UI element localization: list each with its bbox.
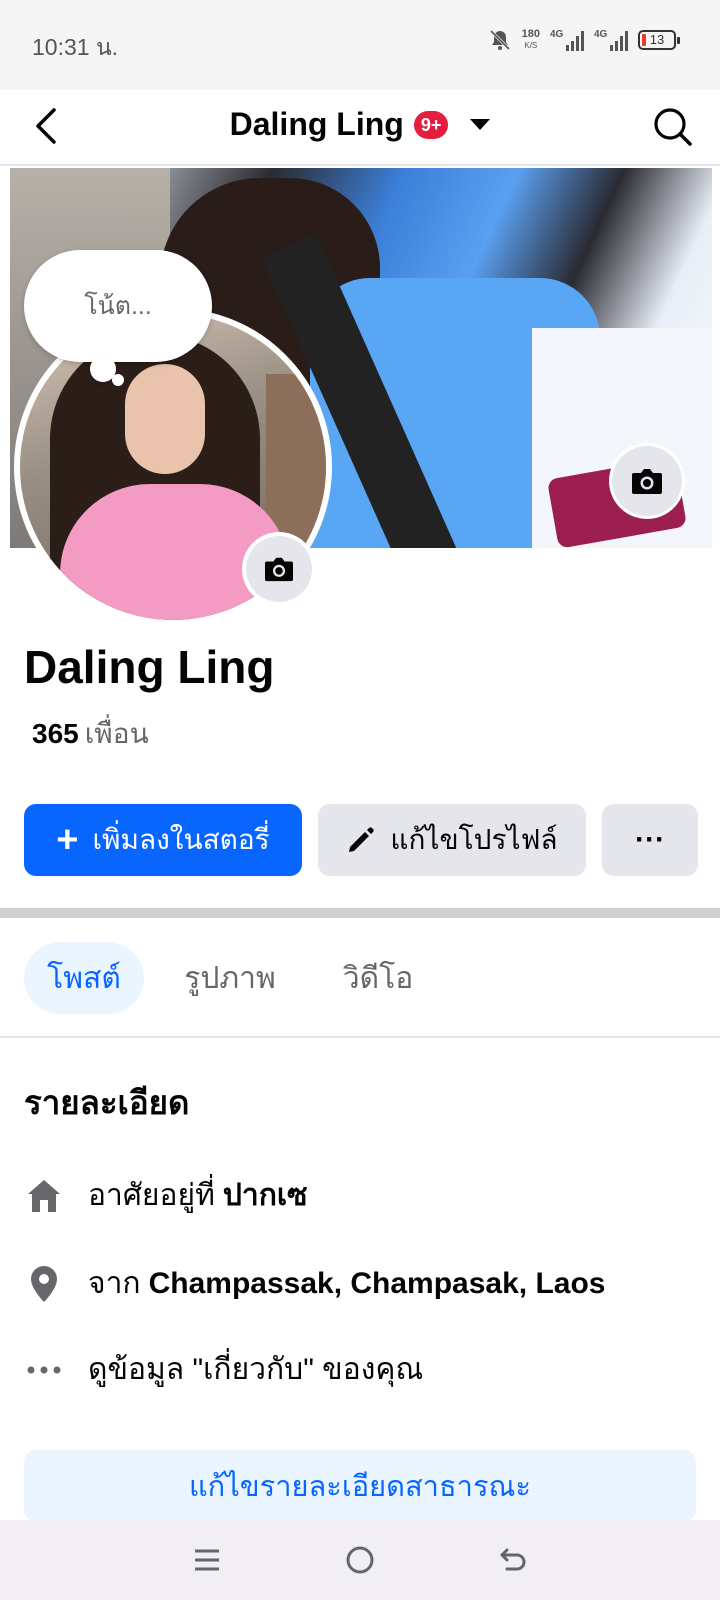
system-navigation-bar [0,1520,720,1600]
more-icon: ··· [635,823,665,856]
camera-icon [632,469,662,494]
profile-tabs: โพสต์ รูปภาพ วิดีโอ [0,918,720,1038]
circle-home-icon [346,1546,374,1574]
profile-switcher[interactable]: Daling Ling 9+ [0,106,720,143]
nav-title: Daling Ling [229,106,404,142]
note-bubble-tail [112,374,124,386]
friends-count: 365 [32,718,79,749]
tab-photos[interactable]: รูปภาพ [170,942,290,1014]
add-to-story-button[interactable]: + เพิ่มลงในสตอรี่ [24,804,302,876]
pencil-icon [349,827,375,852]
menu-icon [194,1549,219,1571]
section-divider [0,908,720,918]
note-placeholder: โน้ต... [84,292,152,320]
search-button[interactable] [650,104,694,148]
status-icons: 180 K/S 4G 4G 13 [488,28,680,52]
edit-public-details-label: แก้ไขรายละเอียดสาธารณะ [188,1471,532,1503]
from-value[interactable]: Champassak, Champasak, Laos [149,1267,606,1301]
signal-strength-icon: 4G [594,29,628,51]
tab-videos[interactable]: วิดีโอ [318,942,438,1014]
back-nav-button[interactable] [491,1538,535,1582]
detail-lives-in: อาศัยอยู่ที่ ปากเซ [24,1172,308,1219]
bell-muted-icon [489,29,510,51]
camera-icon [265,557,293,582]
top-navigation-bar: Daling Ling 9+ [0,90,720,166]
add-to-story-label: เพิ่มลงในสตอรี่ [92,824,270,855]
detail-from: จาก Champassak, Champasak, Laos [24,1260,605,1307]
plus-icon: + [56,819,79,861]
see-about-info-link[interactable]: ดูข้อมูล "เกี่ยวกับ" ของคุณ [24,1346,423,1393]
friends-count-link[interactable]: 365 เพื่อน [32,712,149,756]
home-icon [24,1176,64,1216]
edit-profile-picture-button[interactable] [246,536,312,602]
signal-strength-icon: 4G [550,29,584,51]
from-prefix: จาก [88,1267,141,1300]
profile-name: Daling Ling [24,641,275,693]
home-button[interactable] [338,1538,382,1582]
tab-posts[interactable]: โพสต์ [24,942,144,1014]
search-icon [654,108,692,146]
chevron-down-icon [470,119,491,130]
back-return-icon [500,1548,526,1571]
network-speed: 180 K/S [521,28,540,51]
battery-icon: 13 [638,30,680,50]
edit-profile-label: แก้ไขโปรไฟล์ [390,824,558,855]
edit-profile-button[interactable]: แก้ไขโปรไฟล์ [318,804,586,876]
more-horizontal-icon [24,1350,64,1390]
edit-cover-photo-button[interactable] [612,446,682,516]
note-bubble[interactable]: โน้ต... [24,250,212,362]
more-options-button[interactable]: ··· [602,804,698,876]
location-pin-icon [24,1264,64,1304]
recent-apps-button[interactable] [185,1538,229,1582]
lives-in-value[interactable]: ปากเซ [223,1172,308,1219]
status-time: 10:31 น. [32,34,119,60]
edit-public-details-button[interactable]: แก้ไขรายละเอียดสาธารณะ [24,1450,696,1522]
status-bar: 10:31 น. 180 K/S 4G 4G 13 [0,0,720,90]
friends-label: เพื่อน [84,718,149,749]
notification-badge: 9+ [413,110,449,139]
lives-in-prefix: อาศัยอยู่ที่ [88,1179,215,1212]
details-heading: รายละเอียด [24,1084,190,1121]
about-link-label: ดูข้อมูล "เกี่ยวกับ" ของคุณ [88,1353,424,1386]
